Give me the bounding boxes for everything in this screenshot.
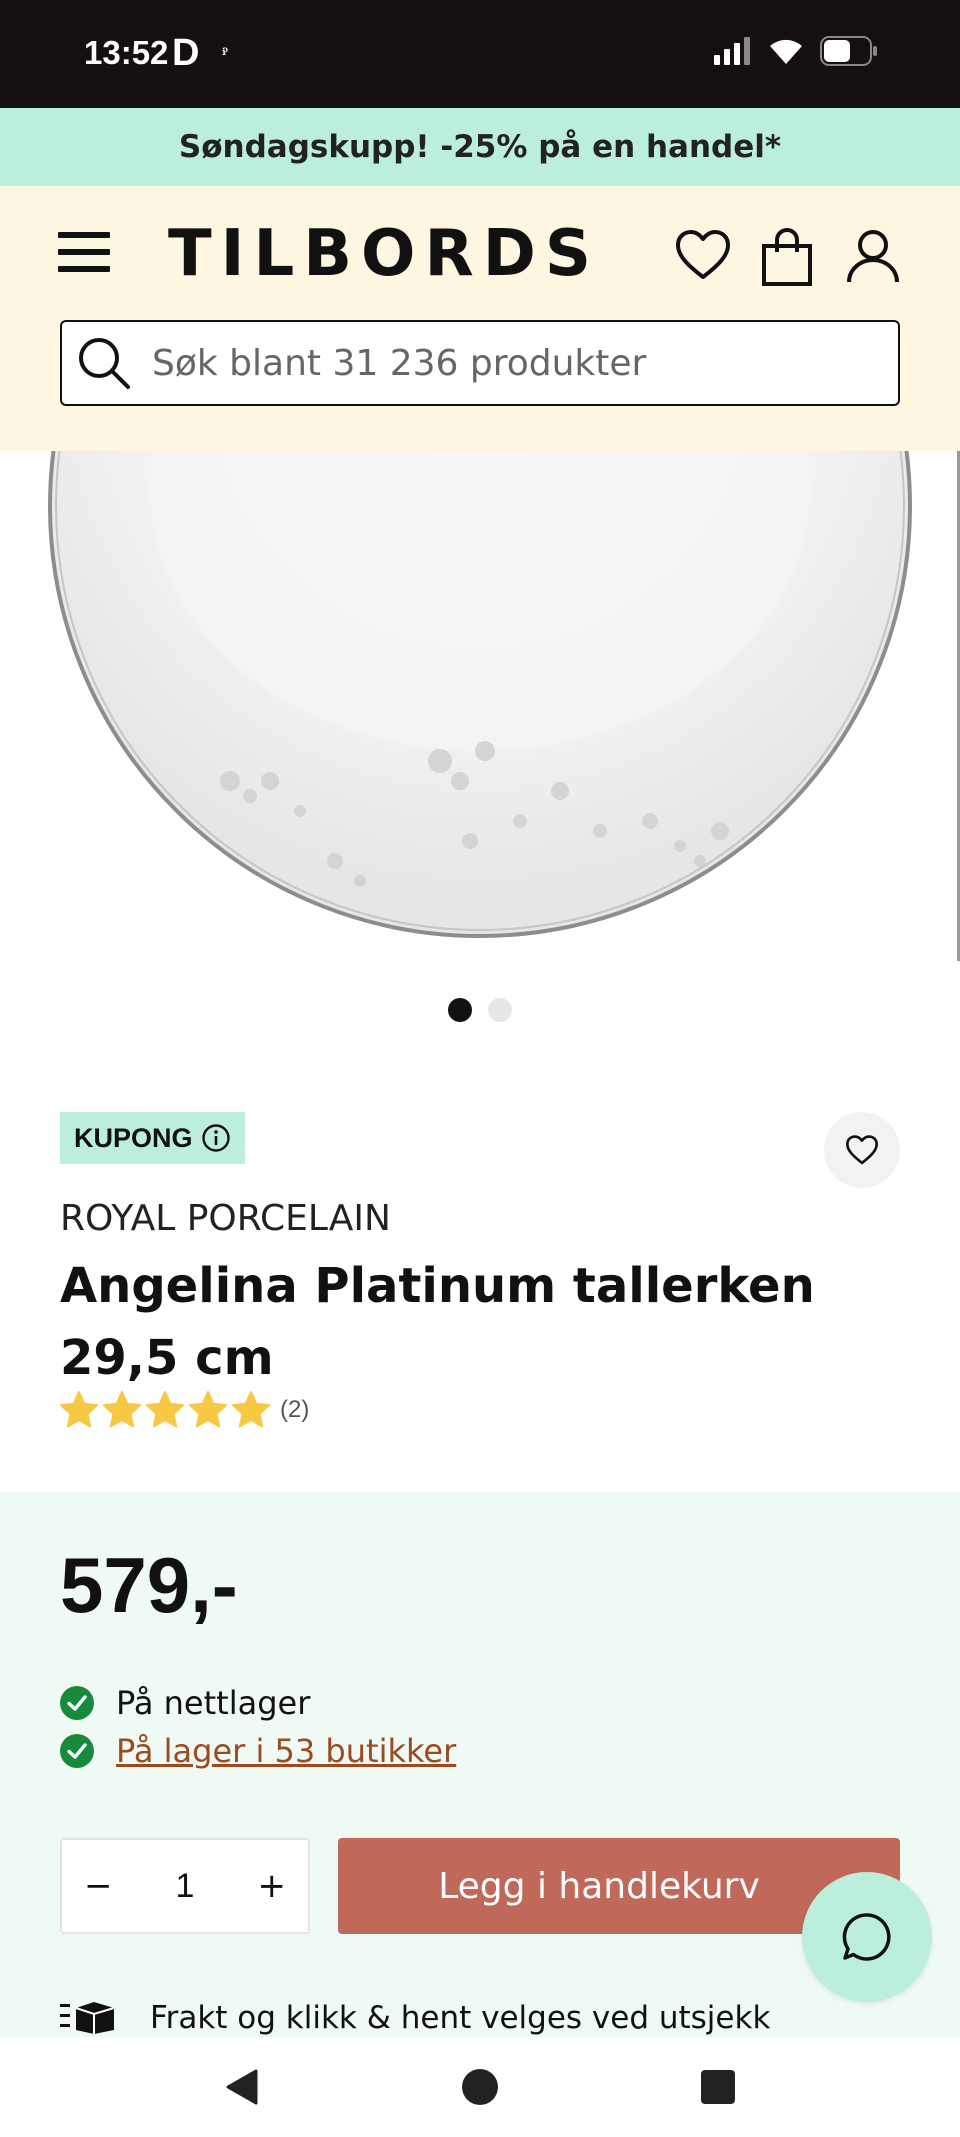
back-icon[interactable] [222,2067,262,2107]
battery-icon [820,36,877,66]
wifi-icon [770,39,802,64]
product-price: 579,- [60,1541,238,1629]
search-icon [79,338,130,389]
rating-count: (2) [280,1396,310,1423]
check-circle-icon [60,1734,94,1768]
stock-online-label: På nettlager [116,1684,311,1722]
star-icon [231,1391,270,1428]
stock-stores-link[interactable]: På lager i 53 butikker [116,1732,456,1770]
product-image-gallery[interactable] [0,451,960,1061]
search-box[interactable] [60,320,900,406]
hamburger-menu-icon[interactable] [58,232,110,280]
check-circle-icon [60,1686,94,1720]
heart-icon [846,1135,878,1165]
product-image [48,451,960,961]
shipping-text: Frakt og klikk & hent velges ved utsjekk [150,2000,771,2036]
heart-icon[interactable] [674,226,732,284]
gallery-dot-2[interactable] [488,998,512,1022]
system-nav-bar [0,2037,960,2137]
site-logo[interactable]: TILBORDS [168,218,600,290]
home-icon[interactable] [460,2067,500,2107]
quantity-value[interactable]: 1 [176,1867,195,1906]
signal-icon [714,37,750,65]
stock-online: På nettlager [60,1684,310,1722]
add-to-wishlist-button[interactable] [824,1112,900,1188]
product-title: Angelina Platinum tallerken 29,5 cm [60,1258,815,1386]
search-input[interactable] [152,342,872,384]
decrease-quantity-button[interactable]: − [84,1866,113,1906]
status-time: 13:52 [84,34,169,71]
user-icon[interactable] [844,226,902,284]
rating-stars [60,1391,270,1428]
star-icon [145,1391,185,1428]
app-indicator: D [172,32,200,74]
chat-button[interactable] [802,1872,932,2002]
chat-bubble-icon [842,1913,891,1961]
package-icon [60,2002,115,2034]
extra-indicator: ꭾ [222,42,228,59]
increase-quantity-button[interactable]: + [257,1866,286,1906]
star-icon [188,1391,228,1428]
coupon-badge-label: KUPONG [74,1122,193,1153]
shopping-bag-icon[interactable] [760,226,814,286]
recents-icon[interactable] [698,2067,738,2107]
product-rating[interactable]: (2) [60,1390,309,1430]
quantity-stepper: − 1 + [60,1838,310,1934]
stock-stores: På lager i 53 butikker [60,1732,456,1770]
shipping-info: Frakt og klikk & hent velges ved utsjekk [60,2000,770,2037]
status-icons [714,36,878,66]
promo-text: Søndagskupp! -25% på en handel* [178,129,782,165]
info-icon[interactable] [201,1123,231,1153]
gallery-pagination [0,998,960,1022]
coupon-badge[interactable]: KUPONG [60,1112,245,1164]
star-icon [60,1391,99,1428]
product-brand[interactable]: ROYAL PORCELAIN [60,1198,391,1239]
promo-banner[interactable]: Søndagskupp! -25% på en handel* [0,108,960,186]
gallery-dot-1[interactable] [448,998,472,1022]
star-icon [102,1391,142,1428]
status-bar: 13:52 D ꭾ [0,0,960,108]
